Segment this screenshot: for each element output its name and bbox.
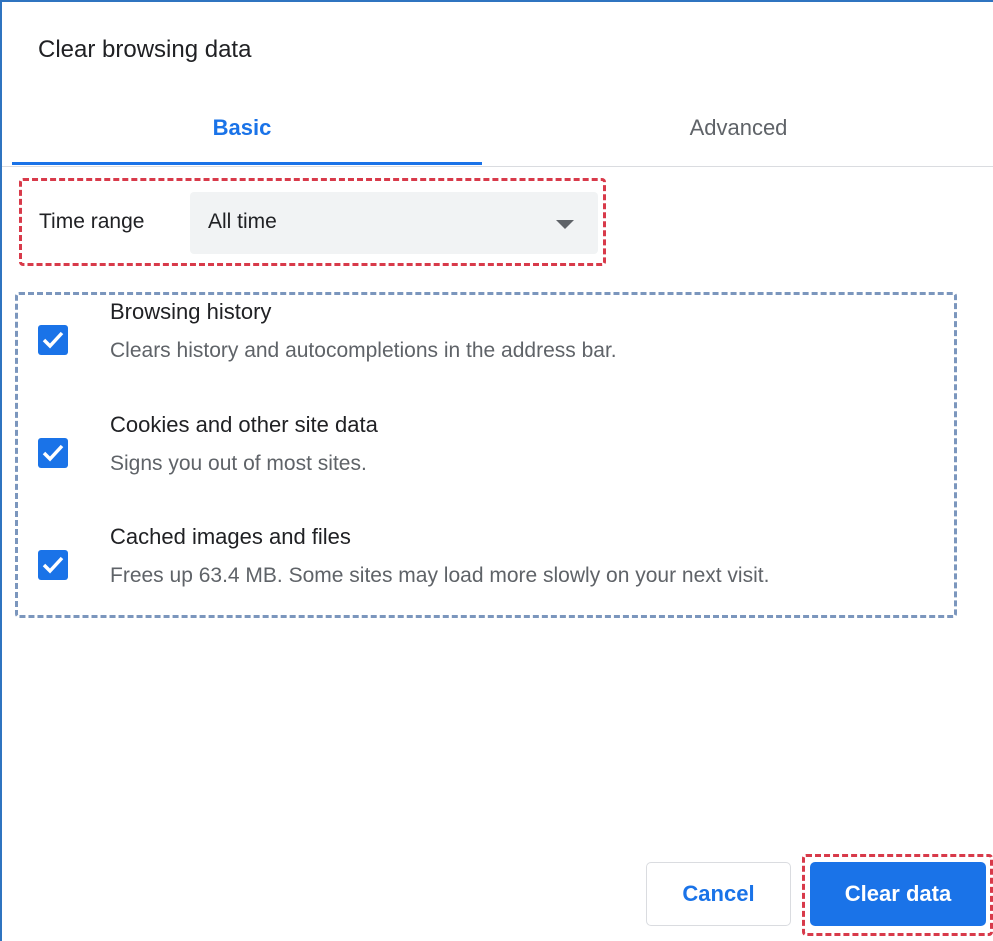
cancel-button[interactable]: Cancel xyxy=(646,862,791,926)
cookies-checkbox[interactable] xyxy=(38,438,68,468)
tab-bar: Basic Advanced xyxy=(2,90,993,167)
clear-browsing-data-dialog: Clear browsing data Basic Advanced Time … xyxy=(0,0,993,941)
browsing-history-checkbox[interactable] xyxy=(38,325,68,355)
tab-advanced-label: Advanced xyxy=(689,115,788,140)
option-title: Cached images and files xyxy=(110,524,351,549)
option-title: Cookies and other site data xyxy=(110,412,378,437)
cached-images-checkbox[interactable] xyxy=(38,550,68,580)
time-range-select[interactable]: All time xyxy=(190,192,598,254)
time-range-value: All time xyxy=(208,210,277,233)
checkmark-icon xyxy=(42,444,64,462)
time-range-label: Time range xyxy=(39,210,145,233)
option-cached-images: Cached images and files Frees up 63.4 MB… xyxy=(38,524,938,614)
checkmark-icon xyxy=(42,556,64,574)
tab-basic-label: Basic xyxy=(212,115,272,140)
option-cookies: Cookies and other site data Signs you ou… xyxy=(38,412,938,502)
option-title: Browsing history xyxy=(110,299,272,324)
triangle-down-icon xyxy=(556,220,574,229)
option-description: Clears history and autocompletions in th… xyxy=(110,339,617,362)
tab-advanced[interactable]: Advanced xyxy=(482,90,993,166)
clear-data-button[interactable]: Clear data xyxy=(810,862,986,926)
dialog-title: Clear browsing data xyxy=(38,36,252,63)
checkmark-icon xyxy=(42,331,64,349)
option-description: Frees up 63.4 MB. Some sites may load mo… xyxy=(110,564,770,587)
option-description: Signs you out of most sites. xyxy=(110,452,367,475)
tab-basic[interactable]: Basic xyxy=(2,90,482,166)
active-tab-indicator xyxy=(12,162,482,165)
option-browsing-history: Browsing history Clears history and auto… xyxy=(38,299,938,389)
